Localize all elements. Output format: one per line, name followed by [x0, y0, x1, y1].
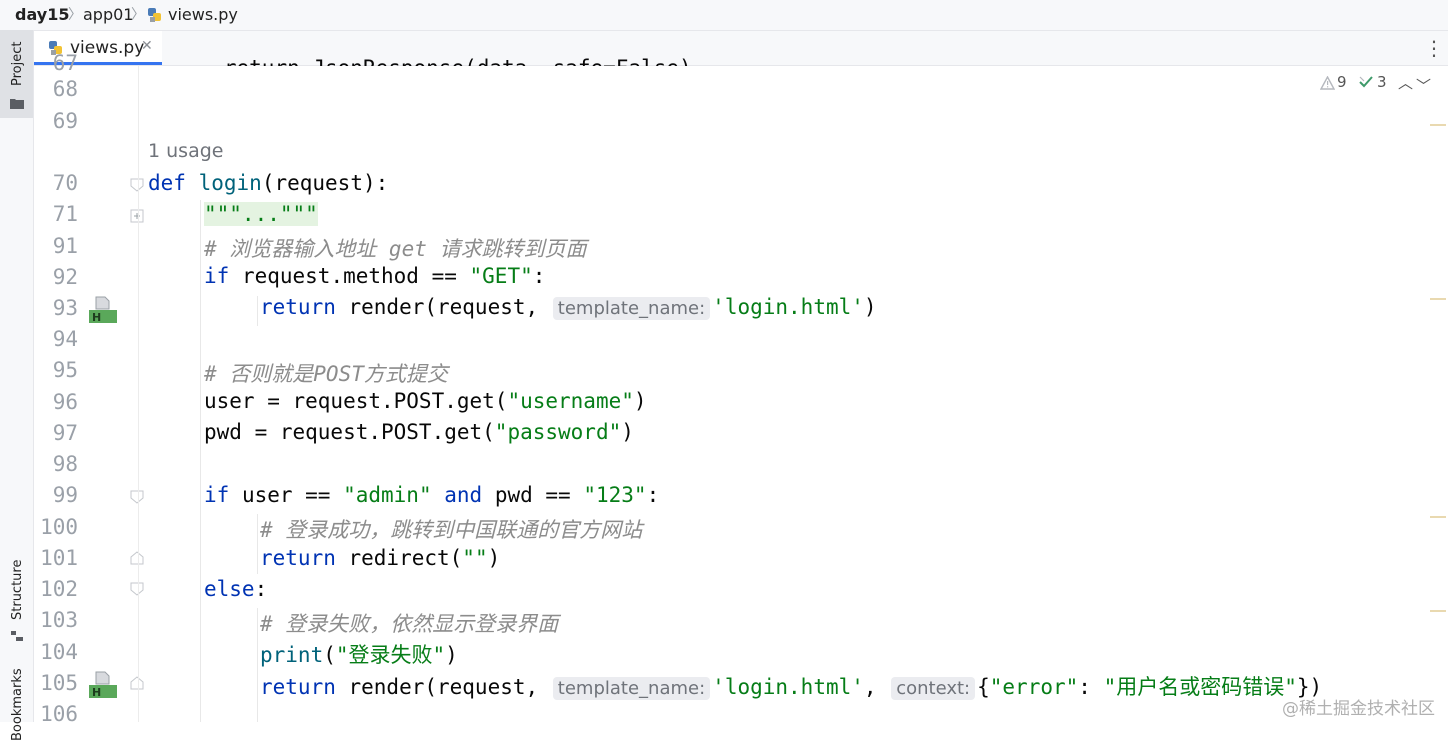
tab-label: views.py: [70, 38, 145, 58]
html-template-icon[interactable]: H: [89, 671, 117, 699]
python-file-icon: [147, 7, 163, 23]
line-number: 69: [52, 109, 78, 133]
indent-guide: [257, 608, 258, 722]
line-number: 95: [52, 358, 78, 382]
project-tool-label[interactable]: Project: [10, 42, 25, 86]
svg-text:H: H: [92, 311, 101, 324]
indent-guide: [257, 296, 258, 326]
code-line[interactable]: if request.method == "GET":: [204, 264, 545, 288]
breadcrumb-app[interactable]: app01: [83, 5, 133, 24]
line-number: 67: [52, 51, 78, 75]
folder-icon: [10, 94, 24, 109]
parameter-hint: context:: [891, 677, 976, 700]
line-number: 101: [40, 546, 78, 570]
breadcrumb-project[interactable]: day15: [15, 5, 69, 24]
warning-count: 9: [1337, 73, 1347, 91]
line-number: 98: [52, 452, 78, 476]
line-number: 92: [52, 265, 78, 289]
expand-fold-icon[interactable]: [130, 208, 144, 223]
svg-text:H: H: [92, 686, 101, 699]
code-line[interactable]: print("登录失败"): [260, 639, 458, 669]
code-line[interactable]: return JsonResponse(data, safe=False): [148, 44, 692, 66]
line-number: 94: [52, 327, 78, 351]
code-line[interactable]: if user == "admin" and pwd == "123":: [204, 483, 659, 507]
fold-end-icon[interactable]: [130, 675, 144, 690]
code-line[interactable]: else:: [204, 577, 267, 601]
code-comment[interactable]: # 登录失败，依然显示登录界面: [260, 608, 558, 638]
line-number: 70: [52, 171, 78, 195]
chevron-right-icon: 〉: [68, 7, 82, 23]
tool-window-strip: Project Structure Bookmarks: [0, 30, 34, 741]
code-line[interactable]: user = request.POST.get("username"): [204, 389, 647, 413]
editor-gutter: 67 68 69 70 71 91 92 93 94 95 96 97 98 9…: [34, 51, 138, 726]
parameter-hint: template_name:: [552, 677, 711, 700]
folded-docstring[interactable]: """...""": [204, 202, 318, 226]
fold-toggle-icon[interactable]: [130, 581, 144, 596]
code-line[interactable]: return render(request, template_name:'lo…: [260, 295, 877, 320]
structure-tool-label[interactable]: Structure: [10, 560, 25, 620]
usage-hint[interactable]: 1 usage: [148, 140, 223, 162]
breadcrumb-file[interactable]: views.py: [168, 5, 238, 24]
stripe-marker[interactable]: [1430, 516, 1446, 518]
check-icon: [1358, 74, 1374, 93]
chevron-up-icon[interactable]: ︿: [1398, 72, 1413, 93]
line-number: 93: [52, 296, 78, 320]
code-comment[interactable]: # 否则就是POST方式提交: [204, 358, 448, 388]
fold-toggle-icon[interactable]: [130, 177, 144, 192]
line-number: 71: [52, 202, 78, 226]
indent-guide: [257, 514, 258, 574]
indent-guide: [200, 200, 201, 722]
inspection-widget[interactable]: 9 3 ︿ ﹀: [1318, 72, 1431, 95]
stripe-marker[interactable]: [1430, 124, 1446, 126]
code-line[interactable]: pwd = request.POST.get("password"): [204, 420, 634, 444]
fold-toggle-icon[interactable]: [130, 489, 144, 504]
stripe-marker[interactable]: [1430, 610, 1446, 612]
line-number: 104: [40, 640, 78, 664]
line-number: 105: [40, 671, 78, 695]
code-line[interactable]: return render(request, template_name:'lo…: [260, 671, 1322, 701]
typo-count: 3: [1377, 73, 1387, 91]
line-number: 102: [40, 577, 78, 601]
line-number: 106: [40, 702, 78, 726]
chevron-right-icon: 〉: [131, 7, 145, 23]
code-line[interactable]: def login(request):: [148, 171, 388, 195]
warning-icon: [1319, 75, 1336, 94]
error-stripe[interactable]: [1428, 66, 1448, 722]
fold-end-icon[interactable]: [130, 550, 144, 565]
breadcrumb: day15 〉 app01 〉 views.py: [0, 0, 1448, 31]
structure-icon: [11, 626, 23, 641]
line-number: 68: [52, 77, 78, 101]
code-comment[interactable]: # 登录成功，跳转到中国联通的官方网站: [260, 514, 642, 544]
more-options-icon[interactable]: ⋮: [1424, 36, 1444, 60]
parameter-hint: template_name:: [552, 297, 711, 320]
gutter-divider: [138, 66, 139, 722]
line-number: 91: [52, 234, 78, 258]
line-number: 103: [40, 608, 78, 632]
code-comment[interactable]: # 浏览器输入地址 get 请求跳转到页面: [204, 233, 587, 263]
line-number: 97: [52, 421, 78, 445]
stripe-marker[interactable]: [1430, 298, 1446, 300]
line-number: 96: [52, 390, 78, 414]
line-number: 99: [52, 483, 78, 507]
html-template-icon[interactable]: H: [89, 296, 117, 324]
line-number: 100: [40, 515, 78, 539]
code-line[interactable]: return redirect(""): [260, 546, 500, 570]
bookmarks-tool-label[interactable]: Bookmarks: [10, 668, 25, 741]
watermark: @稀土掘金技术社区: [1282, 699, 1435, 719]
